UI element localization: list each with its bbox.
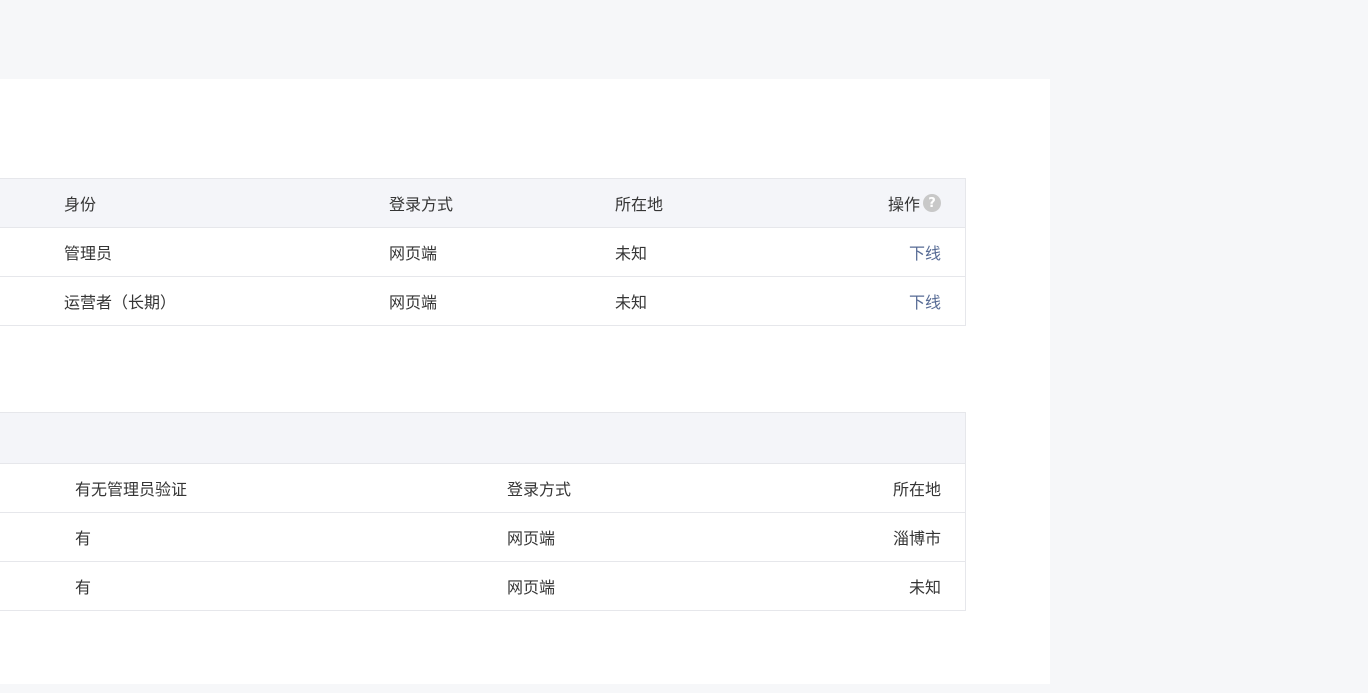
cell-identity: 管理员 bbox=[64, 244, 113, 263]
cell-location: 未知 bbox=[615, 293, 648, 312]
login-log-table: 有无管理员验证 登录方式 所在地 有 网页端 淄博市 有 网页端 未知 bbox=[0, 412, 966, 611]
header-action: 操作 ? bbox=[888, 179, 941, 227]
content-panel: 身份 登录方式 所在地 操作 ? 管理员 网页端 未知 下线 运营者（长期） 网… bbox=[0, 79, 1050, 684]
cell-login-method: 网页端 bbox=[389, 244, 438, 263]
cell-location: 未知 bbox=[908, 578, 941, 597]
cell-identity: 运营者（长期） bbox=[64, 293, 177, 312]
logout-link[interactable]: 下线 bbox=[909, 228, 941, 276]
cell-admin-verify: 有 bbox=[75, 578, 92, 597]
header-login-method: 登录方式 bbox=[507, 480, 572, 499]
header-action-label: 操作 bbox=[887, 195, 920, 214]
question-circle-icon[interactable]: ? bbox=[923, 194, 941, 212]
header-location: 所在地 bbox=[892, 480, 941, 499]
header-identity: 身份 bbox=[64, 195, 97, 214]
table-header-row: 身份 登录方式 所在地 操作 ? bbox=[0, 179, 965, 228]
cell-location: 未知 bbox=[615, 244, 648, 263]
table-title-band bbox=[0, 413, 965, 464]
cell-login-method: 网页端 bbox=[507, 529, 556, 548]
table-row: 管理员 网页端 未知 下线 bbox=[0, 228, 965, 277]
header-login-method: 登录方式 bbox=[389, 195, 454, 214]
online-sessions-table: 身份 登录方式 所在地 操作 ? 管理员 网页端 未知 下线 运营者（长期） 网… bbox=[0, 178, 966, 326]
header-location: 所在地 bbox=[615, 195, 664, 214]
header-admin-verify: 有无管理员验证 bbox=[75, 480, 188, 499]
table-row: 有 网页端 淄博市 bbox=[0, 513, 965, 562]
cell-login-method: 网页端 bbox=[389, 293, 438, 312]
table-row: 有 网页端 未知 bbox=[0, 562, 965, 611]
cell-admin-verify: 有 bbox=[75, 529, 92, 548]
table-header-row: 有无管理员验证 登录方式 所在地 bbox=[0, 464, 965, 513]
cell-location: 淄博市 bbox=[892, 529, 941, 548]
table-row: 运营者（长期） 网页端 未知 下线 bbox=[0, 277, 965, 326]
logout-link[interactable]: 下线 bbox=[909, 277, 941, 325]
cell-login-method: 网页端 bbox=[507, 578, 556, 597]
